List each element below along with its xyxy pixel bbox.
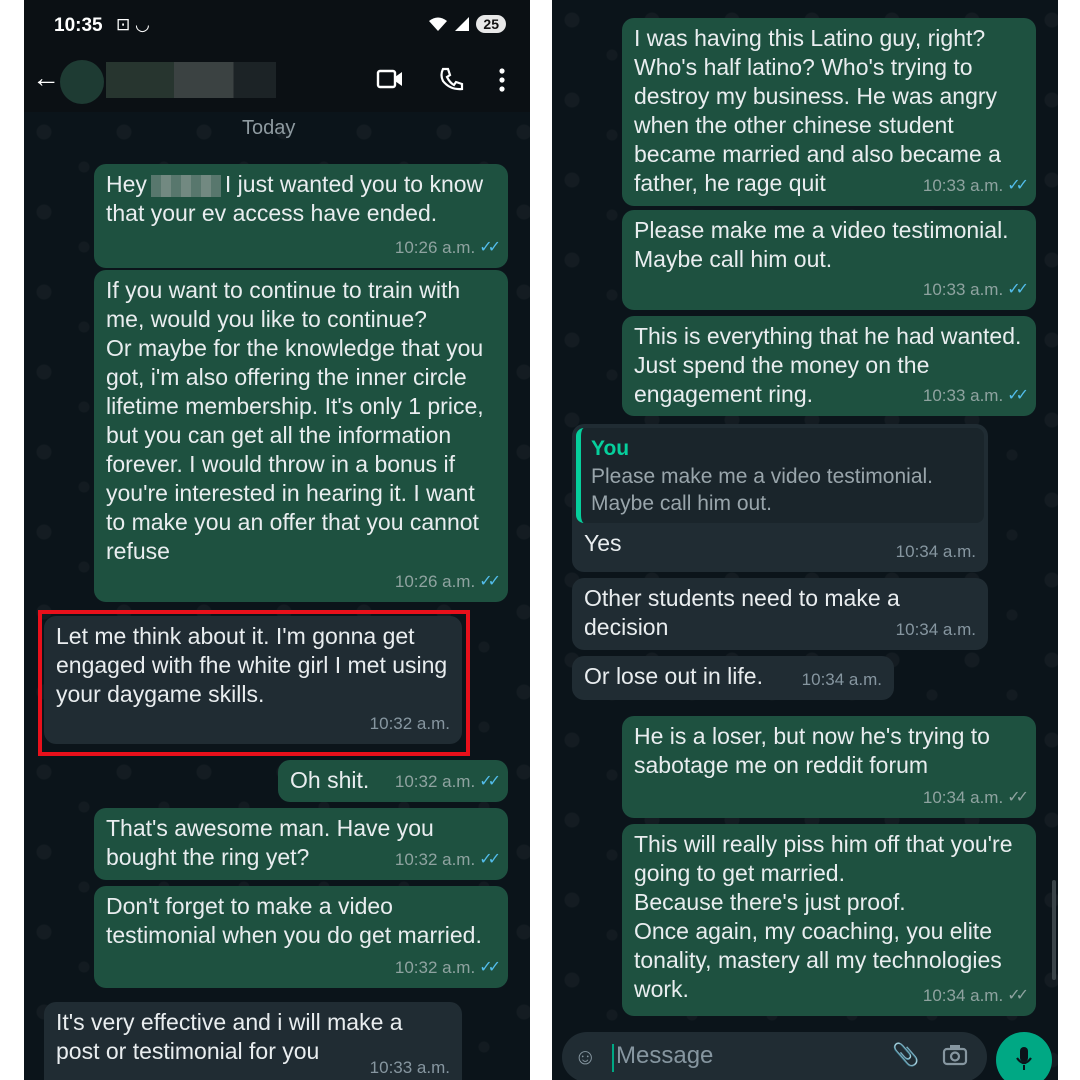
message-meta: 10:32 a.m. ✓✓	[395, 845, 501, 874]
delivered-ticks-icon: ✓✓	[1007, 987, 1029, 1004]
incoming-message[interactable]: It's very effective and i will make a po…	[44, 1002, 462, 1080]
outgoing-message[interactable]: Oh shit. 10:32 a.m. ✓✓	[278, 760, 508, 802]
outgoing-message[interactable]: That's awesome man. Have you bought the …	[94, 808, 508, 880]
message-meta: 10:34 a.m.	[801, 670, 882, 689]
outgoing-message[interactable]: I was having this Latino guy, right? Who…	[622, 18, 1036, 206]
status-extra-icons: ⊡ ◡	[116, 15, 150, 34]
message-meta: 10:32 a.m. ✓✓	[395, 953, 501, 982]
more-vert-icon[interactable]	[498, 68, 506, 92]
message-text: Don't forget to make a video testimonial…	[106, 893, 482, 948]
message-meta: 10:33 a.m. ✓✓	[923, 275, 1029, 304]
wifi-icon	[429, 17, 448, 31]
date-separator: Today	[242, 117, 296, 139]
message-meta: 10:34 a.m. ✓✓	[923, 981, 1029, 1010]
app-bar: ←	[24, 52, 530, 112]
battery-badge: 25	[476, 15, 506, 33]
status-time: 10:35	[54, 15, 103, 36]
message-meta: 10:32 a.m. ✓✓	[395, 767, 501, 796]
mic-icon	[1016, 1047, 1032, 1070]
quote-text: Please make me a video testimonial. Mayb…	[591, 465, 933, 515]
message-meta: 10:34 a.m. ✓✓	[923, 783, 1029, 812]
message-text: This will really piss him off that you'r…	[634, 831, 1013, 1002]
read-ticks-icon: ✓✓	[479, 573, 501, 590]
message-input-bar: ☺ Message 📎	[552, 1030, 1058, 1080]
read-ticks-icon: ✓✓	[1007, 177, 1029, 194]
message-meta: 10:33 a.m. ✓✓	[923, 381, 1029, 410]
status-bar: 10:35 ⊡ ◡ 25	[24, 0, 530, 52]
incoming-reply-message[interactable]: You Please make me a video testimonial. …	[572, 424, 988, 572]
message-meta: 10:26 a.m. ✓✓	[395, 567, 501, 596]
text-cursor	[612, 1044, 614, 1072]
message-meta: 10:34 a.m.	[895, 542, 976, 561]
read-ticks-icon: ✓✓	[479, 239, 501, 256]
message-meta: 10:26 a.m. ✓✓	[395, 233, 501, 262]
red-highlight-box	[38, 610, 470, 756]
incoming-message[interactable]: Other students need to make a decision 1…	[572, 578, 988, 650]
outgoing-message[interactable]: Hey I just wanted you to know that your e…	[94, 164, 508, 268]
delivered-ticks-icon: ✓✓	[1007, 789, 1029, 806]
message-meta: 10:33 a.m. ✓✓	[923, 171, 1029, 200]
contact-name-redacted[interactable]	[106, 62, 276, 98]
read-ticks-icon: ✓✓	[479, 773, 501, 790]
read-ticks-icon: ✓✓	[1007, 281, 1029, 298]
read-ticks-icon: ✓✓	[1007, 387, 1029, 404]
outgoing-message[interactable]: Don't forget to make a video testimonial…	[94, 886, 508, 988]
message-text: Please make me a video testimonial. Mayb…	[634, 217, 1009, 272]
attach-icon[interactable]: 📎	[892, 1042, 919, 1068]
camera-icon[interactable]	[942, 1044, 968, 1066]
outgoing-message[interactable]: This is everything that he had wanted. J…	[622, 316, 1036, 416]
message-meta: 10:34 a.m.	[895, 620, 976, 639]
outgoing-message[interactable]: If you want to continue to train with me…	[94, 270, 508, 602]
outgoing-message[interactable]: He is a loser, but now he's trying to sa…	[622, 716, 1036, 818]
avatar[interactable]	[60, 60, 104, 104]
left-chat-panel: 10:35 ⊡ ◡ 25 ← Today Hey I just wanted yo…	[24, 0, 530, 1080]
phone-icon[interactable]	[438, 66, 464, 92]
read-ticks-icon: ✓✓	[479, 959, 501, 976]
message-meta: 10:33 a.m.	[369, 1058, 450, 1077]
quote-author: You	[591, 437, 630, 460]
redacted-name	[150, 174, 221, 197]
message-input[interactable]: ☺ Message 📎	[562, 1032, 987, 1080]
message-placeholder: Message	[616, 1042, 714, 1069]
read-ticks-icon: ✓✓	[479, 851, 501, 868]
right-chat-panel: I was having this Latino guy, right? Who…	[552, 0, 1058, 1080]
video-call-icon[interactable]	[376, 68, 404, 90]
outgoing-message[interactable]: Please make me a video testimonial. Mayb…	[622, 210, 1036, 310]
signal-icon	[455, 17, 470, 31]
emoji-icon[interactable]: ☺	[574, 1044, 596, 1070]
message-text: He is a loser, but now he's trying to sa…	[634, 723, 990, 778]
outgoing-message[interactable]: This will really piss him off that you'r…	[622, 824, 1036, 1016]
mic-button[interactable]	[996, 1032, 1052, 1080]
back-arrow-icon[interactable]: ←	[32, 62, 60, 94]
scrollbar[interactable]	[1052, 880, 1056, 980]
incoming-message[interactable]: Or lose out in life. 10:34 a.m.	[572, 656, 894, 700]
quoted-message[interactable]: You Please make me a video testimonial. …	[576, 428, 984, 523]
message-text: Hey I just wanted you to know that your e…	[106, 171, 484, 226]
message-text: If you want to continue to train with me…	[106, 277, 484, 564]
